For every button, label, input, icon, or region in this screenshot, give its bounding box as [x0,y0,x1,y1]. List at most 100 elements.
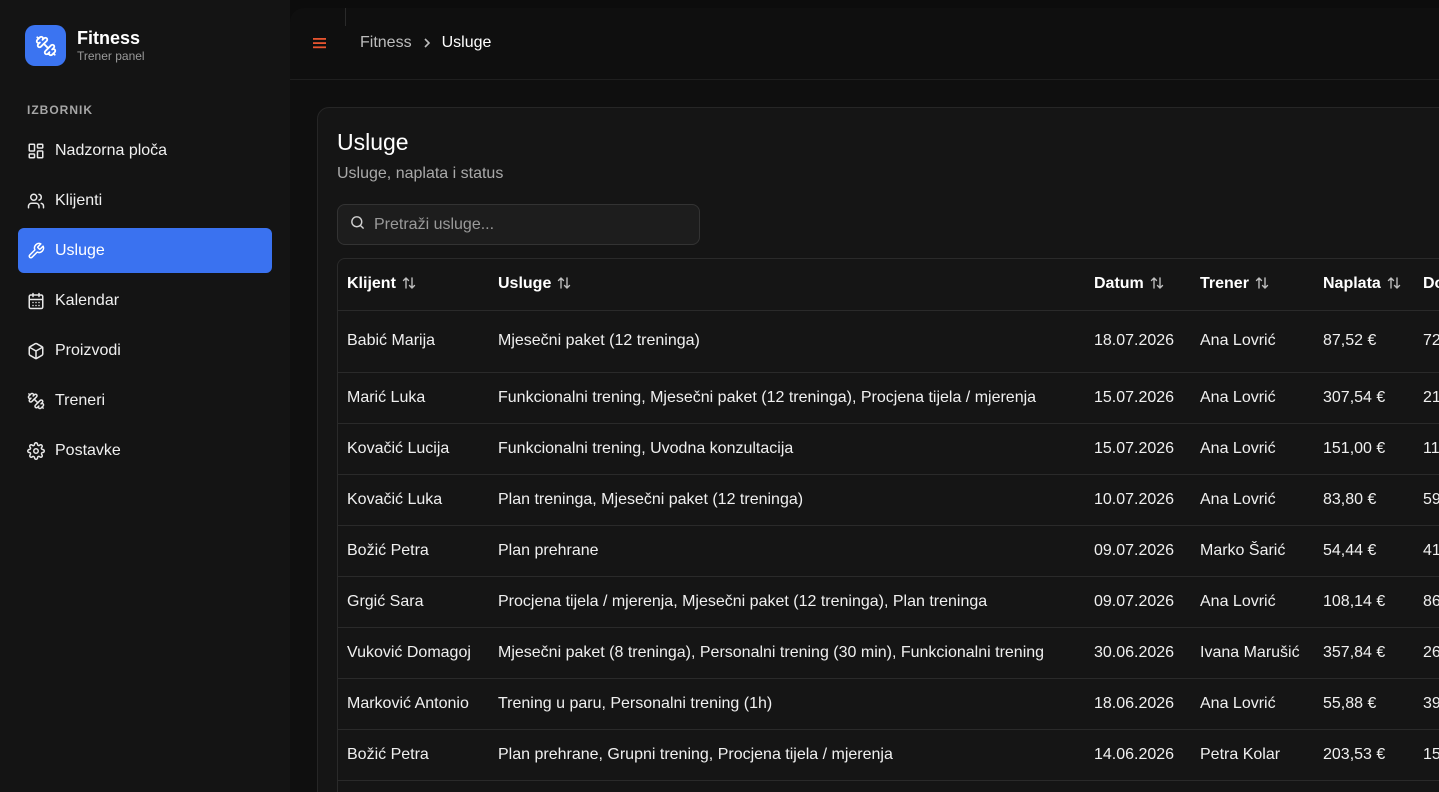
table-row[interactable]: Vuković Domagoj Mjesečni paket (8 trening… [338,627,1439,679]
table-row[interactable]: Marić Luka Funkcionalni trening, Mjesečni… [338,372,1439,424]
column-header-date[interactable]: Datum [1085,259,1191,311]
cell-client: Kovačić Luka [338,474,489,526]
table-row[interactable]: Kovačić Luka Plan treninga, Mjesečni pake… [338,474,1439,526]
search-icon [349,214,366,236]
chevron-right-icon [422,35,432,51]
column-label: Do [1423,275,1439,293]
brand[interactable]: Fitness Trener panel [25,25,145,66]
cell-trainer: Petra Kolar [1191,729,1314,781]
sidebar-item-label: Nadzorna ploča [55,141,168,159]
services-table: Klijent Usluge Datum Trener Naplata Do B… [337,258,1439,792]
column-label: Klijent [347,275,396,293]
cell-services: Mjesečni paket (8 treninga), Personalni … [489,627,1085,679]
dashboard-icon [27,142,45,160]
topbar: Fitness Usluge [290,8,1439,80]
cell-date: 10.07.2026 [1085,474,1191,526]
cell-date: 09.07.2026 [1085,525,1191,577]
table-row[interactable]: Babić Marija Mjesečni paket (12 treninga)… [338,310,1439,373]
cell-client: Božić Petra [338,729,489,781]
column-label: Usluge [498,275,552,293]
cell-trainer: Ana Lovrić [1191,576,1314,628]
cell-truncated: 15 [1414,729,1439,781]
sort-icon[interactable] [557,275,571,291]
cell-trainer: Ivana Marušić [1191,627,1314,679]
sidebar-item-label: Kalendar [55,291,120,309]
table-row[interactable]: Kovačić Lucija Funkcionalni trening, Uvod… [338,423,1439,475]
hamburger-icon[interactable] [312,35,328,51]
cell-truncated: 26 [1414,627,1439,679]
page-subtitle: Usluge, naplata i status [337,165,504,182]
sort-icon[interactable] [1150,275,1164,291]
cell-client: Marić Luka [338,372,489,424]
cell-truncated: 21 [1414,372,1439,424]
sort-icon[interactable] [402,275,416,291]
table-row[interactable]: Božić Petra Plan prehrane, Grupni trening… [338,729,1439,781]
sidebar-item-settings[interactable]: Postavke [18,428,272,473]
sidebar: Fitness Trener panel IZBORNIK Nadzorna p… [0,0,290,792]
cell-trainer: Ana Lovrić [1191,474,1314,526]
cell-client: Vuković Domagoj [338,627,489,679]
dumbbell-icon [25,25,66,66]
cell-truncated: 39 [1414,678,1439,730]
column-header-truncated[interactable]: Do [1414,259,1439,311]
cell-billing: 87,52 € [1314,310,1414,373]
cell-trainer: Ana Lovrić [1191,678,1314,730]
column-header-services[interactable]: Usluge [489,259,1085,311]
table-row[interactable]: Grgić Sara Procjena tijela / mjerenja, Mj… [338,576,1439,628]
cell-trainer: Marko Šarić [1191,525,1314,577]
table-row[interactable]: Marković Antonio Trening u paru, Personal… [338,678,1439,730]
sort-icon[interactable] [1255,275,1269,291]
search-box[interactable] [337,204,700,245]
sidebar-item-products[interactable]: Proizvodi [18,328,272,373]
cell-trainer: Ana Lovrić [1191,310,1314,373]
breadcrumb-parent[interactable]: Fitness [360,34,412,52]
column-label: Naplata [1323,275,1381,293]
topbar-divider [345,8,346,26]
cell-billing: 203,53 € [1314,729,1414,781]
sidebar-item-clients[interactable]: Klijenti [18,178,272,223]
cell-billing: 54,44 € [1314,525,1414,577]
column-header-client[interactable]: Klijent [338,259,489,311]
box-icon [27,342,45,360]
cell-date: 15.07.2026 [1085,423,1191,475]
cell-services: Plan treninga, Mjesečni paket (12 trenin… [489,474,1085,526]
cell-date: 18.07.2026 [1085,310,1191,373]
sidebar-item-label: Postavke [55,441,121,459]
sort-icon[interactable] [1387,275,1401,291]
wrench-icon [27,242,45,260]
cell-billing: 83,80 € [1314,474,1414,526]
column-header-trainer[interactable]: Trener [1191,259,1314,311]
sidebar-item-calendar[interactable]: Kalendar [18,278,272,323]
cell-client: Grgić Sara [338,576,489,628]
cell-billing: 357,84 € [1314,627,1414,679]
cell-date: 09.07.2026 [1085,576,1191,628]
sidebar-item-label: Proizvodi [55,341,121,359]
cell-client: Babić Marija [338,310,489,373]
cell-services: Funkcionalni trening, Uvodna konzultacij… [489,423,1085,475]
sidebar-nav: Nadzorna ploča Klijenti Usluge Kalendar … [18,128,272,478]
calendar-icon [27,292,45,310]
sidebar-item-trainers[interactable]: Treneri [18,378,272,423]
cell-date: 18.06.2026 [1085,678,1191,730]
cell-date: 14.06.2026 [1085,729,1191,781]
cell-client: Božić Petra [338,525,489,577]
column-header-billing[interactable]: Naplata [1314,259,1414,311]
cell-date: 30.06.2026 [1085,627,1191,679]
cell-services: Plan prehrane [489,525,1085,577]
table-row[interactable]: Božić Petra Plan prehrane 09.07.2026 Marko … [338,525,1439,577]
sidebar-item-dashboard[interactable]: Nadzorna ploča [18,128,272,173]
search-input[interactable] [374,215,674,234]
main-content: Fitness Usluge Usluge Usluge, naplata i … [290,8,1439,792]
breadcrumb-current: Usluge [441,34,492,51]
column-label: Trener [1200,275,1249,293]
breadcrumb: Fitness Usluge [360,34,491,52]
brand-title: Fitness [77,28,141,48]
cell-services: Funkcionalni trening, Mjesečni paket (12… [489,372,1085,424]
sidebar-item-label: Klijenti [55,191,103,209]
gear-icon [27,441,45,460]
page-title: Usluge [337,129,409,155]
sidebar-item-services[interactable]: Usluge [18,228,272,273]
cell-services: Plan prehrane, Grupni trening, Procjena … [489,729,1085,781]
dumbbell-icon [27,392,45,410]
cell-billing: 307,54 € [1314,372,1414,424]
